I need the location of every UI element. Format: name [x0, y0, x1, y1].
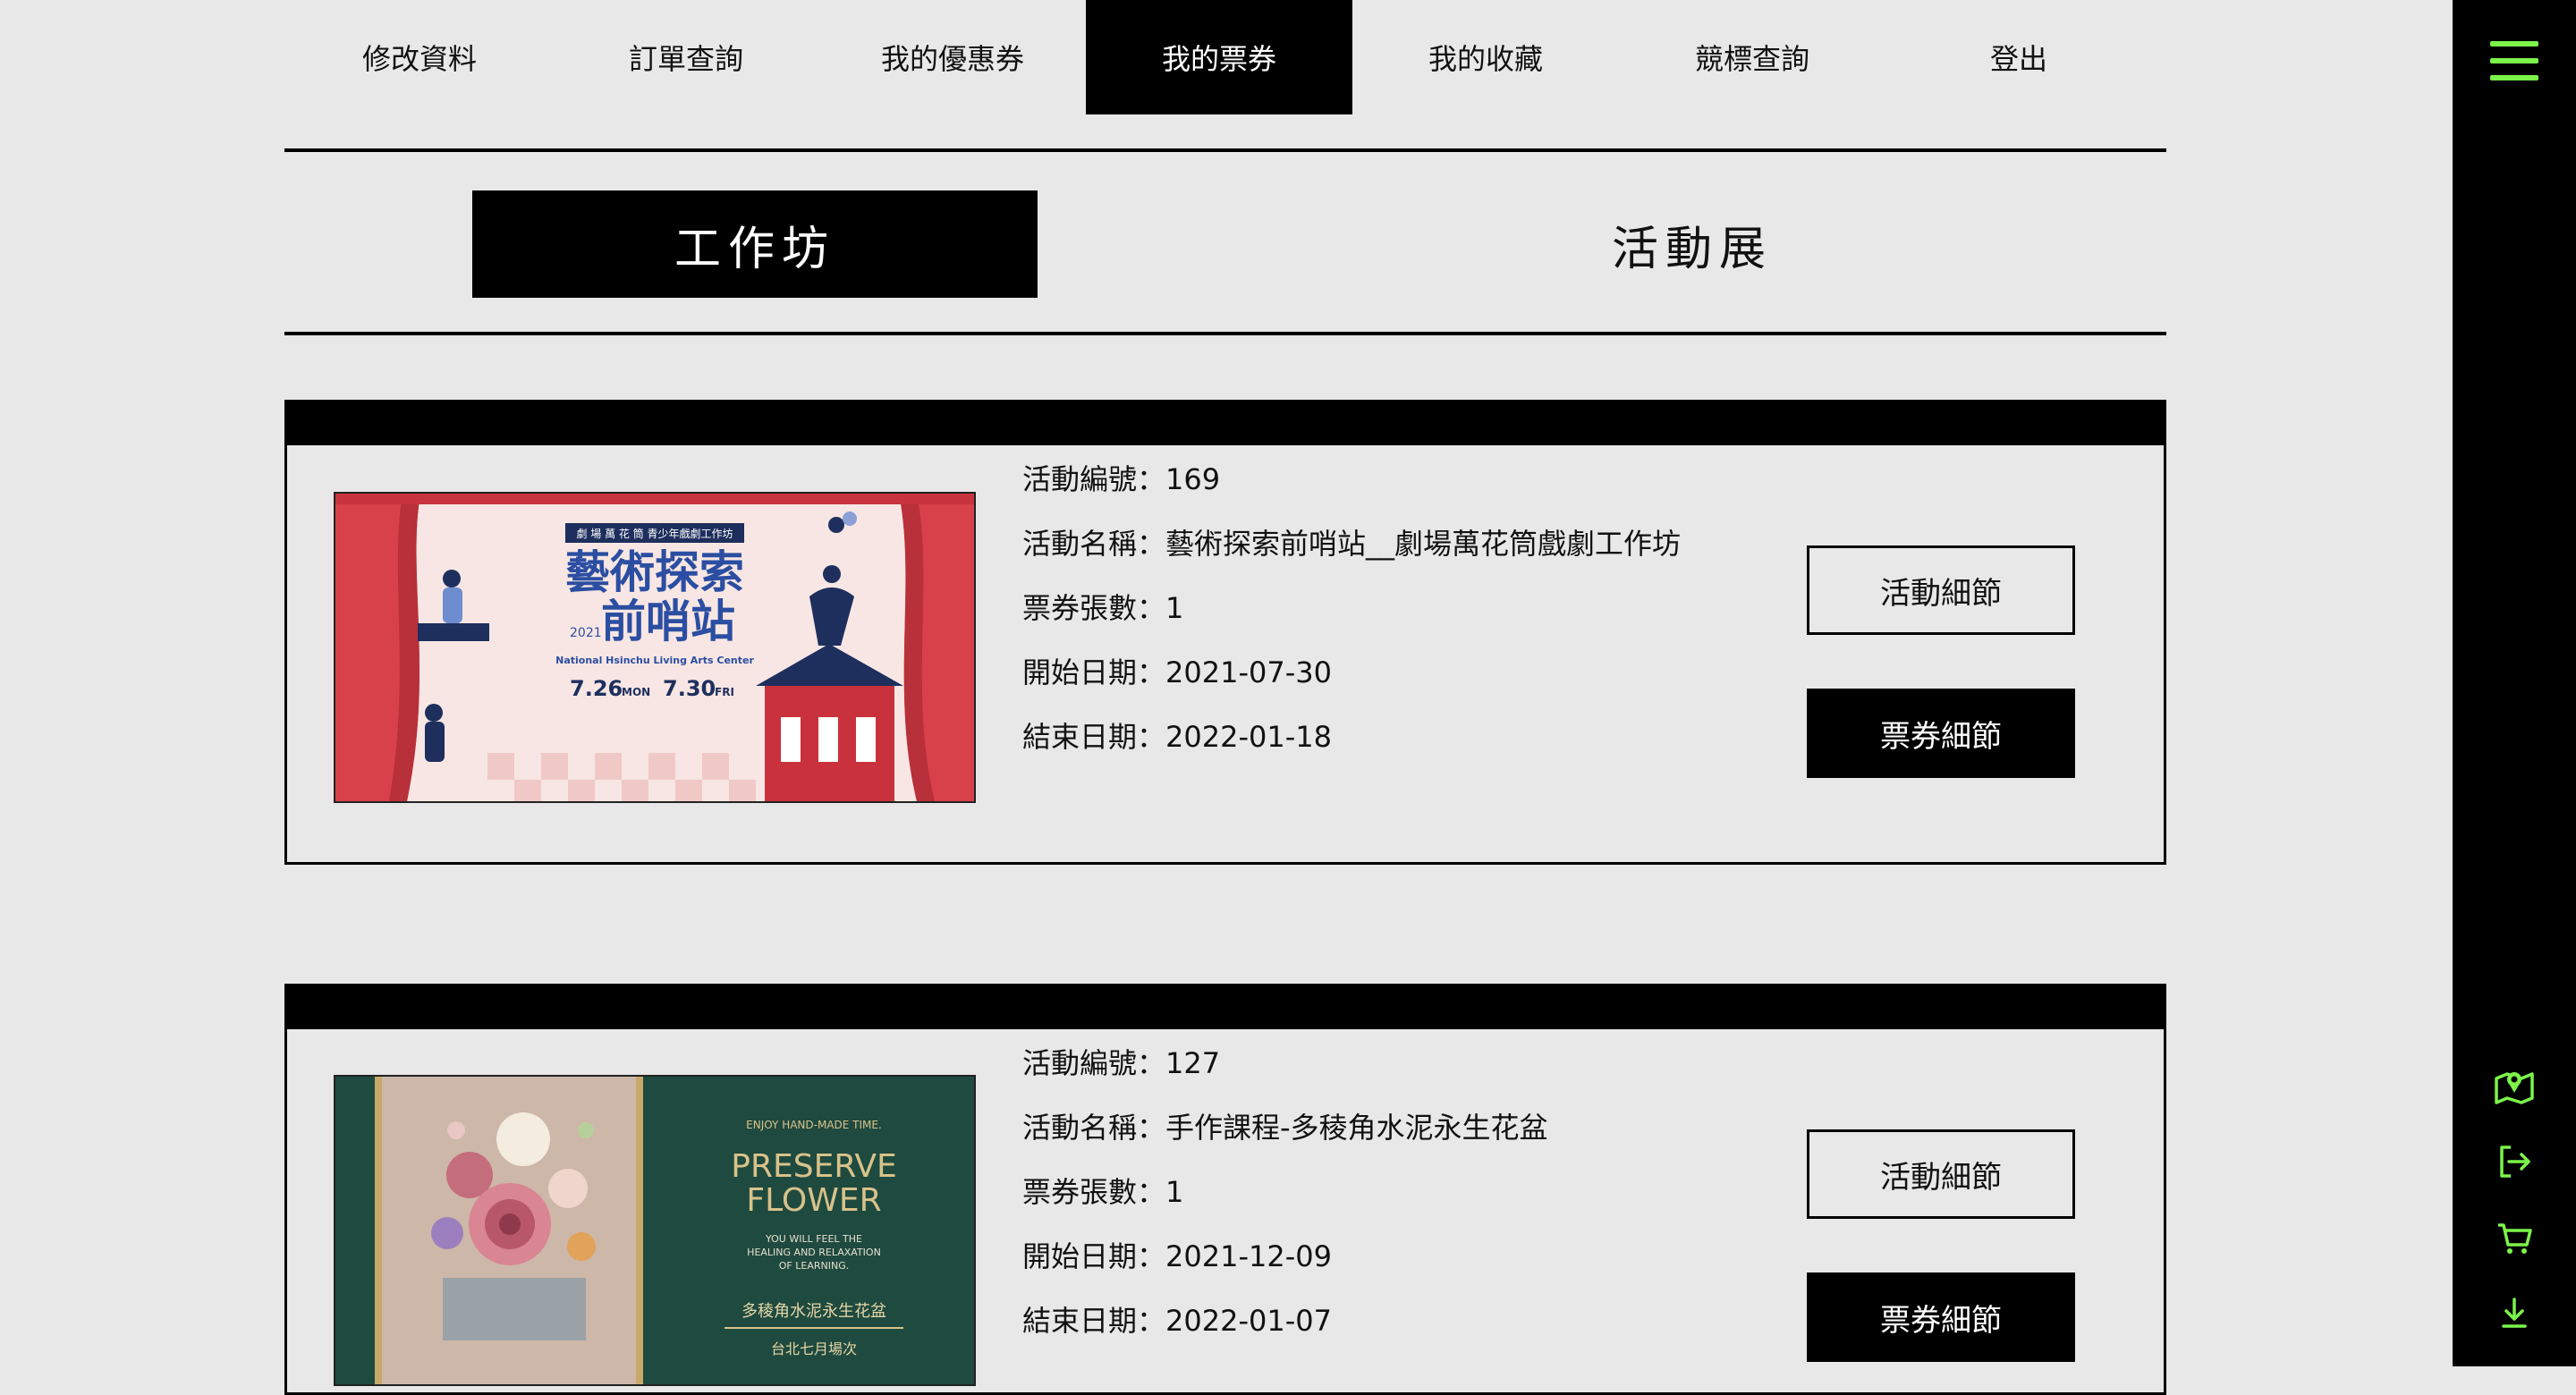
event-thumbnail[interactable]: 劇 場 萬 花 筒 青少年戲劇工作坊 藝術探索 前哨站 2021 Nationa…: [334, 492, 976, 803]
right-sidebar: [2453, 0, 2576, 1366]
poster-year: 2021: [570, 626, 602, 640]
ticket-detail-button[interactable]: 票券細節: [1807, 689, 2075, 778]
nav-logout[interactable]: 登出: [1885, 0, 2152, 114]
nav-bid-query[interactable]: 競標查詢: [1619, 0, 1885, 114]
nav-my-tickets[interactable]: 我的票券: [1086, 0, 1352, 114]
menu-icon[interactable]: [2488, 36, 2540, 86]
ticket-info: 活動編號：169 活動名稱：藝術探索前哨站__劇場萬花筒戲劇工作坊 票券張數：1…: [1022, 445, 1681, 767]
poster-date-start: 7.26: [570, 676, 623, 701]
event-id: 活動編號：127: [1022, 1046, 1221, 1080]
card-header-bar: [287, 402, 2164, 445]
download-icon[interactable]: [2493, 1292, 2536, 1335]
ticket-count: 票券張數：1: [1022, 1175, 1184, 1209]
ticket-card: 劇 場 萬 花 筒 青少年戲劇工作坊 藝術探索 前哨站 2021 Nationa…: [284, 400, 2166, 865]
divider-tabs: [284, 332, 2166, 335]
card-header-bar: [287, 986, 2164, 1029]
poster-cn-title: 多稜角水泥永生花盆: [741, 1302, 886, 1321]
nav-my-favorites[interactable]: 我的收藏: [1352, 0, 1619, 114]
poster-tagline: ENJOY HAND-MADE TIME.: [746, 1119, 882, 1131]
poster-subtitle: National Hsinchu Living Arts Center: [555, 655, 754, 666]
poster-title-line1: 藝術探索: [565, 546, 744, 598]
event-name: 活動名稱：藝術探索前哨站__劇場萬花筒戲劇工作坊: [1022, 527, 1682, 561]
end-date: 結束日期：2022-01-07: [1022, 1304, 1332, 1338]
start-date: 開始日期：2021-07-30: [1022, 655, 1332, 689]
ticket-count: 票券張數：1: [1022, 591, 1184, 625]
poster-banner-text: 劇 場 萬 花 筒 青少年戲劇工作坊: [576, 527, 733, 540]
event-id: 活動編號：169: [1022, 462, 1221, 496]
workshop-poster-image: 劇 場 萬 花 筒 青少年戲劇工作坊 藝術探索 前哨站 2021 Nationa…: [335, 494, 974, 801]
cart-icon[interactable]: [2493, 1216, 2536, 1259]
nav-order-query[interactable]: 訂單查詢: [553, 0, 819, 114]
logout-icon[interactable]: [2493, 1140, 2536, 1183]
poster-desc-line1: YOU WILL FEEL THE: [765, 1233, 862, 1245]
poster-title-line2: 前哨站: [601, 596, 735, 647]
event-name: 活動名稱：手作課程-多稜角水泥永生花盆: [1022, 1111, 1548, 1145]
end-date: 結束日期：2022-01-18: [1022, 720, 1332, 754]
preserve-flower-poster-image: ENJOY HAND-MADE TIME. PRESERVE FLOWER YO…: [335, 1077, 974, 1384]
ticket-info: 活動編號：127 活動名稱：手作課程-多稜角水泥永生花盆 票券張數：1 開始日期…: [1022, 1029, 1548, 1351]
poster-title-line1: PRESERVE: [731, 1148, 896, 1185]
event-thumbnail[interactable]: ENJOY HAND-MADE TIME. PRESERVE FLOWER YO…: [334, 1075, 976, 1386]
poster-cn-subtitle: 台北七月場次: [771, 1340, 857, 1357]
tab-exhibition[interactable]: 活動展: [1410, 190, 1975, 298]
tab-workshop[interactable]: 工作坊: [472, 190, 1038, 298]
ticket-card: ENJOY HAND-MADE TIME. PRESERVE FLOWER YO…: [284, 984, 2166, 1395]
event-detail-button[interactable]: 活動細節: [1807, 1129, 2075, 1219]
top-nav: 修改資料 訂單查詢 我的優惠券 我的票券 我的收藏 競標查詢 登出: [286, 0, 2165, 114]
poster-date-start-day: MON: [622, 686, 650, 698]
divider-top: [284, 148, 2166, 152]
start-date: 開始日期：2021-12-09: [1022, 1239, 1332, 1273]
poster-date-end: 7.30: [663, 676, 716, 701]
nav-my-coupons[interactable]: 我的優惠券: [819, 0, 1086, 114]
event-detail-button[interactable]: 活動細節: [1807, 545, 2075, 635]
ticket-detail-button[interactable]: 票券細節: [1807, 1272, 2075, 1362]
poster-title-line2: FLOWER: [746, 1182, 881, 1219]
nav-edit-profile[interactable]: 修改資料: [286, 0, 553, 114]
poster-date-end-day: FRI: [715, 686, 734, 698]
poster-desc-line3: OF LEARNING.: [779, 1260, 849, 1272]
map-pin-icon[interactable]: [2493, 1064, 2536, 1107]
poster-desc-line2: HEALING AND RELAXATION: [747, 1247, 881, 1258]
